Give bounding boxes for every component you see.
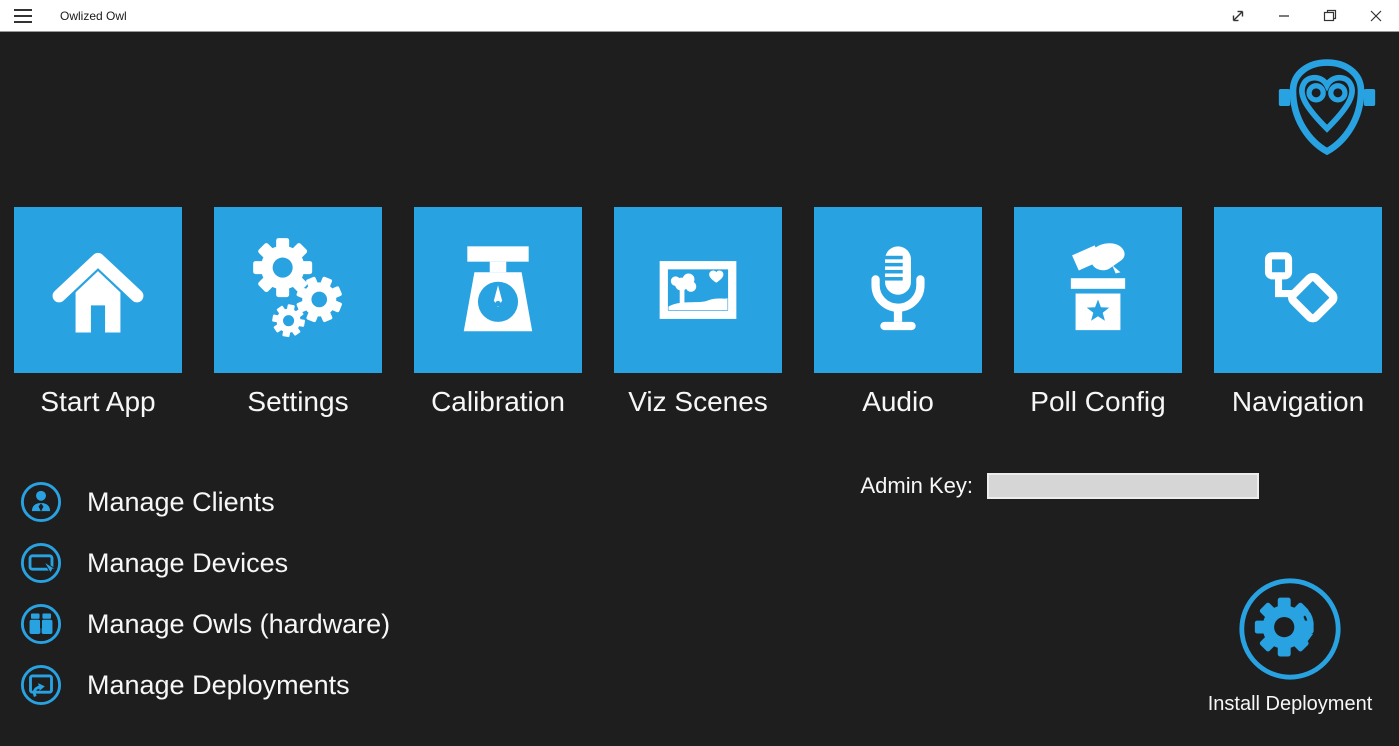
ballot-box-icon: [1039, 231, 1157, 349]
binoculars-icon: [20, 603, 62, 645]
start-app-tile[interactable]: [14, 207, 182, 373]
admin-key-input[interactable]: [987, 473, 1259, 499]
manage-item-label: Manage Clients: [87, 487, 275, 518]
microphone-icon: [839, 231, 957, 349]
minimize-icon: [1276, 8, 1292, 24]
tile-row: Start App Settings: [14, 207, 1382, 418]
manage-clients-item[interactable]: Manage Clients: [20, 481, 390, 523]
main-content: Start App Settings: [0, 32, 1399, 745]
fullscreen-button[interactable]: [1215, 0, 1261, 31]
close-icon: [1368, 8, 1384, 24]
tile-group-poll-config: Poll Config: [1014, 207, 1182, 418]
flowchart-icon: [1239, 231, 1357, 349]
owl-logo: [1276, 54, 1378, 160]
calibration-tile[interactable]: [414, 207, 582, 373]
admin-key-row: Admin Key:: [861, 473, 1260, 499]
tile-group-navigation: Navigation: [1214, 207, 1382, 418]
picture-icon: [639, 231, 757, 349]
tile-label: Calibration: [431, 386, 565, 418]
restore-button[interactable]: [1307, 0, 1353, 31]
manage-list: Manage Clients Manage Devices: [20, 481, 390, 725]
admin-key-label: Admin Key:: [861, 473, 974, 499]
close-button[interactable]: [1353, 0, 1399, 31]
gears-icon: [239, 231, 357, 349]
tile-group-calibration: Calibration: [414, 207, 582, 418]
manage-owls-item[interactable]: Manage Owls (hardware): [20, 603, 390, 645]
tile-label: Poll Config: [1030, 386, 1165, 418]
manage-item-label: Manage Devices: [87, 548, 288, 579]
tile-group-start-app: Start App: [14, 207, 182, 418]
home-icon: [39, 231, 157, 349]
viz-scenes-tile[interactable]: [614, 207, 782, 373]
install-deployment-button[interactable]: [1237, 576, 1343, 682]
poll-config-tile[interactable]: [1014, 207, 1182, 373]
tile-label: Settings: [247, 386, 348, 418]
hamburger-menu-button[interactable]: [0, 0, 46, 31]
tile-group-settings: Settings: [214, 207, 382, 418]
audio-tile[interactable]: [814, 207, 982, 373]
tile-group-audio: Audio: [814, 207, 982, 418]
restore-icon: [1322, 8, 1338, 24]
titlebar: Owlized Owl: [0, 0, 1399, 32]
diagonal-resize-icon: [1230, 8, 1246, 24]
manage-devices-item[interactable]: Manage Devices: [20, 542, 390, 584]
hamburger-icon: [14, 9, 32, 23]
settings-tile[interactable]: [214, 207, 382, 373]
manage-item-label: Manage Owls (hardware): [87, 609, 390, 640]
window-arrow-icon: [20, 664, 62, 706]
tile-label: Navigation: [1232, 386, 1364, 418]
gear-arrow-icon: [1237, 576, 1343, 682]
scale-icon: [439, 231, 557, 349]
tile-label: Start App: [40, 386, 155, 418]
manage-deployments-item[interactable]: Manage Deployments: [20, 664, 390, 706]
window-title: Owlized Owl: [60, 9, 1215, 23]
tile-label: Viz Scenes: [628, 386, 768, 418]
minimize-button[interactable]: [1261, 0, 1307, 31]
manage-item-label: Manage Deployments: [87, 670, 350, 701]
tile-group-viz-scenes: Viz Scenes: [614, 207, 782, 418]
person-icon: [20, 481, 62, 523]
caption-buttons: [1215, 0, 1399, 31]
install-deployment-label: Install Deployment: [1190, 693, 1390, 716]
app-window: Owlized Owl: [0, 0, 1399, 745]
tile-label: Audio: [862, 386, 934, 418]
device-touch-icon: [20, 542, 62, 584]
install-deployment: Install Deployment: [1190, 576, 1390, 716]
navigation-tile[interactable]: [1214, 207, 1382, 373]
